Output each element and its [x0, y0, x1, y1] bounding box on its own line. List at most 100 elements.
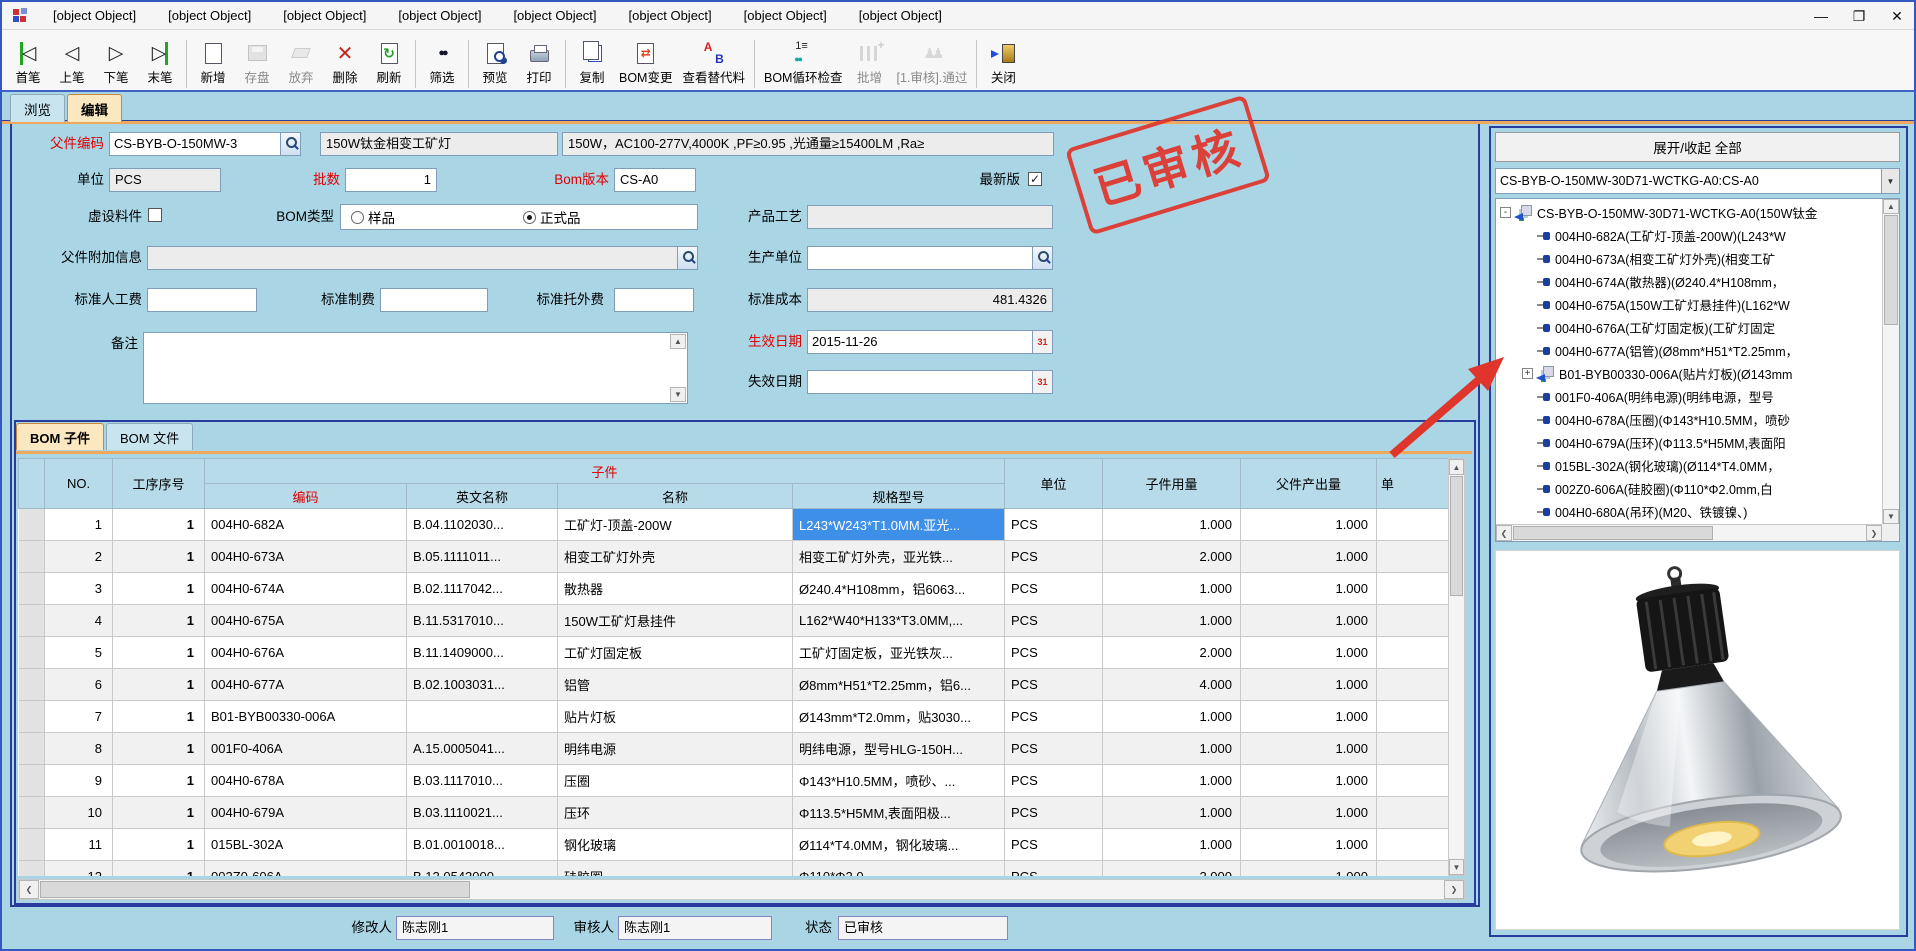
cell-qty[interactable]: 2.000: [1103, 637, 1241, 669]
status-field[interactable]: 已审核: [838, 916, 1008, 940]
cell-qty[interactable]: 1.000: [1103, 605, 1241, 637]
cell-out[interactable]: 1.000: [1241, 605, 1377, 637]
eff-date-calendar-icon[interactable]: 31: [1032, 331, 1052, 353]
scrollbar-thumb[interactable]: [1513, 526, 1713, 540]
cell-out[interactable]: 1.000: [1241, 797, 1377, 829]
prod-unit-field[interactable]: [808, 247, 1032, 269]
cell-qty[interactable]: 1.000: [1103, 573, 1241, 605]
radio-sample[interactable]: [351, 211, 364, 224]
cell-seq[interactable]: 1: [113, 861, 205, 877]
cell-seq[interactable]: 1: [113, 573, 205, 605]
cell-qty[interactable]: 1.000: [1103, 829, 1241, 861]
scroll-down-icon[interactable]: ▼: [1449, 859, 1464, 875]
row-selector[interactable]: [19, 509, 45, 541]
cell-no[interactable]: 8: [45, 733, 113, 765]
cell-code[interactable]: 004H0-675A: [205, 605, 407, 637]
cell-unit[interactable]: PCS: [1005, 829, 1103, 861]
cell-out[interactable]: 1.000: [1241, 637, 1377, 669]
outsource-field[interactable]: [614, 288, 694, 312]
scroll-up-icon[interactable]: ▲: [1883, 199, 1899, 214]
menu-item[interactable]: [object Object]: [859, 8, 942, 23]
cell-no[interactable]: 1: [45, 509, 113, 541]
cell-name[interactable]: 贴片灯板: [558, 701, 793, 733]
cell-seq[interactable]: 1: [113, 733, 205, 765]
cell-name[interactable]: 明纬电源: [558, 733, 793, 765]
scroll-right-icon[interactable]: ❯: [1444, 880, 1464, 899]
cell-eng-name[interactable]: B.02.1003031...: [407, 669, 558, 701]
cell-eng-name[interactable]: B.01.0010018...: [407, 829, 558, 861]
cell-unit[interactable]: PCS: [1005, 733, 1103, 765]
cell-seq[interactable]: 1: [113, 765, 205, 797]
cell-qty[interactable]: 1.000: [1103, 797, 1241, 829]
cell-unit[interactable]: PCS: [1005, 637, 1103, 669]
tree-vertical-scrollbar[interactable]: ▲ ▼: [1882, 199, 1899, 524]
cell-out[interactable]: 1.000: [1241, 733, 1377, 765]
table-row[interactable]: 3 1 004H0-674A B.02.1117042... 散热器 Ø240.…: [19, 573, 1449, 605]
cell-no[interactable]: 6: [45, 669, 113, 701]
cell-code[interactable]: 004H0-679A: [205, 797, 407, 829]
tree-expander[interactable]: -: [1500, 207, 1511, 218]
cell-unit[interactable]: PCS: [1005, 861, 1103, 877]
expand-collapse-all-button[interactable]: 展开/收起 全部: [1495, 132, 1900, 162]
tree-item[interactable]: + B01-BYB00330-006A(贴片灯板)(Ø143mm: [1522, 362, 1882, 385]
cell-name[interactable]: 工矿灯-顶盖-200W: [558, 509, 793, 541]
menu-item[interactable]: [object Object]: [629, 8, 712, 23]
cell-out[interactable]: 1.000: [1241, 573, 1377, 605]
parent-extra-field[interactable]: [148, 247, 677, 269]
row-selector[interactable]: [19, 573, 45, 605]
scrollbar-thumb[interactable]: [1450, 476, 1463, 596]
table-row[interactable]: 9 1 004H0-678A B.03.1117010... 压圈 Φ143*H…: [19, 765, 1449, 797]
restore-button[interactable]: ❐: [1850, 8, 1868, 25]
cell-unit[interactable]: PCS: [1005, 541, 1103, 573]
cell-qty[interactable]: 1.000: [1103, 733, 1241, 765]
row-selector[interactable]: [19, 797, 45, 829]
cell-unit[interactable]: PCS: [1005, 797, 1103, 829]
row-selector[interactable]: [19, 605, 45, 637]
cell-spec[interactable]: Ø143mm*T2.0mm，贴3030...: [793, 701, 1005, 733]
cell-no[interactable]: 9: [45, 765, 113, 797]
tab-bom-children[interactable]: BOM 子件: [16, 423, 104, 450]
latest-version-checkbox[interactable]: ✓: [1028, 172, 1042, 186]
cell-eng-name[interactable]: B.11.1409000...: [407, 637, 558, 669]
minimize-button[interactable]: —: [1812, 8, 1830, 24]
cell-unit[interactable]: PCS: [1005, 573, 1103, 605]
cell-no[interactable]: 11: [45, 829, 113, 861]
table-row[interactable]: 8 1 001F0-406A A.15.0005041... 明纬电源 明纬电源…: [19, 733, 1449, 765]
exp-date-calendar-icon[interactable]: 31: [1032, 371, 1052, 393]
table-row[interactable]: 2 1 004H0-673A B.05.1111011... 相变工矿灯外壳 相…: [19, 541, 1449, 573]
toolbar-button[interactable]: 下笔: [94, 32, 138, 88]
cell-eng-name[interactable]: B.02.1117042...: [407, 573, 558, 605]
cell-spec[interactable]: Ø114*T4.0MM，钢化玻璃...: [793, 829, 1005, 861]
cell-no[interactable]: 7: [45, 701, 113, 733]
row-selector[interactable]: [19, 541, 45, 573]
table-horizontal-scrollbar[interactable]: ❮ ❯: [18, 879, 1465, 900]
cell-seq[interactable]: 1: [113, 797, 205, 829]
menu-item[interactable]: [object Object]: [283, 8, 366, 23]
scroll-up-icon[interactable]: ▲: [670, 334, 686, 349]
toolbar-button[interactable]: 筛选: [420, 32, 464, 88]
cell-seq[interactable]: 1: [113, 541, 205, 573]
cell-name[interactable]: 工矿灯固定板: [558, 637, 793, 669]
cell-unit[interactable]: PCS: [1005, 765, 1103, 797]
cell-unit[interactable]: PCS: [1005, 605, 1103, 637]
cell-name[interactable]: 硅胶圈: [558, 861, 793, 877]
mfg-field[interactable]: [380, 288, 488, 312]
toolbar-button[interactable]: 新增: [191, 32, 235, 88]
tree-expander[interactable]: +: [1522, 368, 1533, 379]
tree-item[interactable]: - CS-BYB-O-150MW-30D71-WCTKG-A0(150W钛金: [1500, 201, 1882, 224]
cell-qty[interactable]: 2.000: [1103, 541, 1241, 573]
phantom-checkbox[interactable]: [148, 208, 162, 222]
cell-out[interactable]: 1.000: [1241, 861, 1377, 877]
tree-item[interactable]: 004H0-682A(工矿灯-顶盖-200W)(L243*W: [1522, 224, 1882, 247]
cell-no[interactable]: 3: [45, 573, 113, 605]
cell-code[interactable]: 002Z0-606A: [205, 861, 407, 877]
table-row[interactable]: 7 1 B01-BYB00330-006A 贴片灯板 Ø143mm*T2.0mm…: [19, 701, 1449, 733]
table-row[interactable]: 12 1 002Z0-606A B.12.0542000... 硅胶圈 Φ110…: [19, 861, 1449, 877]
menu-item[interactable]: [object Object]: [53, 8, 136, 23]
toolbar-button[interactable]: 预览: [473, 32, 517, 88]
cell-code[interactable]: 004H0-678A: [205, 765, 407, 797]
tree-item[interactable]: 015BL-302A(钢化玻璃)(Ø114*T4.0MM，: [1522, 454, 1882, 477]
eff-date-field[interactable]: 2015-11-26: [808, 331, 1032, 353]
cell-spec[interactable]: Φ143*H10.5MM，喷砂、...: [793, 765, 1005, 797]
cell-seq[interactable]: 1: [113, 637, 205, 669]
